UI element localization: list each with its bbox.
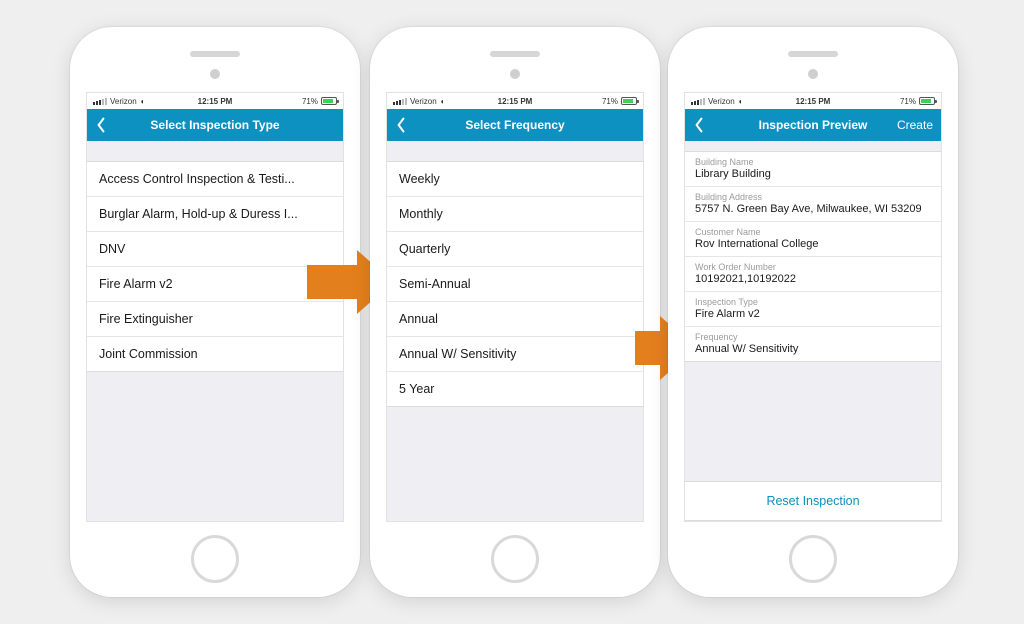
field-label: Customer Name <box>695 227 931 237</box>
wifi-icon: ◖ <box>140 97 145 106</box>
field-inspection-type: Inspection Type Fire Alarm v2 <box>685 292 941 327</box>
camera-dot <box>510 69 520 79</box>
field-value: Library Building <box>695 168 931 180</box>
field-value: Fire Alarm v2 <box>695 308 931 320</box>
field-work-order: Work Order Number 10192021,10192022 <box>685 257 941 292</box>
back-button[interactable] <box>387 117 427 133</box>
status-time: 12:15 PM <box>772 97 853 106</box>
phone-preview: Verizon ◖ 12:15 PM 71% Inspection Previe… <box>668 27 958 597</box>
field-customer-name: Customer Name Rov International College <box>685 222 941 257</box>
battery-icon <box>919 97 935 105</box>
list-item[interactable]: DNV <box>87 232 343 267</box>
field-value: 10192021,10192022 <box>695 273 931 285</box>
field-label: Building Address <box>695 192 931 202</box>
nav-bar: Select Inspection Type <box>87 109 343 141</box>
battery-icon <box>321 97 337 105</box>
signal-icon <box>691 98 705 105</box>
carrier-label: Verizon <box>410 97 437 106</box>
home-button[interactable] <box>191 535 239 583</box>
status-time: 12:15 PM <box>174 97 255 106</box>
list-item[interactable]: Joint Commission <box>87 337 343 371</box>
camera-dot <box>210 69 220 79</box>
field-label: Work Order Number <box>695 262 931 272</box>
chevron-left-icon <box>95 117 107 133</box>
nav-bar: Select Frequency <box>387 109 643 141</box>
nav-bar: Inspection Preview Create <box>685 109 941 141</box>
screen: Verizon ◖ 12:15 PM 71% Select Inspection… <box>86 92 344 522</box>
preview-fields: Building Name Library Building Building … <box>685 151 941 362</box>
camera-dot <box>808 69 818 79</box>
status-bar: Verizon ◖ 12:15 PM 71% <box>87 93 343 109</box>
list-item[interactable]: Monthly <box>387 197 643 232</box>
home-button[interactable] <box>491 535 539 583</box>
back-button[interactable] <box>685 117 725 133</box>
reset-inspection-button[interactable]: Reset Inspection <box>685 481 941 521</box>
signal-icon <box>93 98 107 105</box>
list-item[interactable]: Fire Extinguisher <box>87 302 343 337</box>
phone-frequency: Verizon ◖ 12:15 PM 71% Select Frequency … <box>370 27 660 597</box>
status-time: 12:15 PM <box>474 97 555 106</box>
carrier-label: Verizon <box>110 97 137 106</box>
field-label: Frequency <box>695 332 931 342</box>
field-label: Building Name <box>695 157 931 167</box>
list-item[interactable]: Semi-Annual <box>387 267 643 302</box>
wifi-icon: ◖ <box>738 97 743 106</box>
screen: Verizon ◖ 12:15 PM 71% Select Frequency … <box>386 92 644 522</box>
field-frequency: Frequency Annual W/ Sensitivity <box>685 327 941 361</box>
carrier-label: Verizon <box>708 97 735 106</box>
inspection-type-list: Access Control Inspection & Testi... Bur… <box>87 161 343 372</box>
wifi-icon: ◖ <box>440 97 445 106</box>
list-item[interactable]: Fire Alarm v2 <box>87 267 343 302</box>
status-bar: Verizon ◖ 12:15 PM 71% <box>685 93 941 109</box>
field-label: Inspection Type <box>695 297 931 307</box>
field-value: Rov International College <box>695 238 931 250</box>
battery-pct: 71% <box>302 97 318 106</box>
chevron-left-icon <box>395 117 407 133</box>
field-value: 5757 N. Green Bay Ave, Milwaukee, WI 532… <box>695 203 931 215</box>
create-button[interactable]: Create <box>897 118 933 132</box>
status-bar: Verizon ◖ 12:15 PM 71% <box>387 93 643 109</box>
chevron-left-icon <box>693 117 705 133</box>
list-item[interactable]: Annual W/ Sensitivity <box>387 337 643 372</box>
field-building-address: Building Address 5757 N. Green Bay Ave, … <box>685 187 941 222</box>
list-item[interactable]: Annual <box>387 302 643 337</box>
list-item[interactable]: Burglar Alarm, Hold-up & Duress I... <box>87 197 343 232</box>
screen: Verizon ◖ 12:15 PM 71% Inspection Previe… <box>684 92 942 522</box>
frequency-list: Weekly Monthly Quarterly Semi-Annual Ann… <box>387 161 643 407</box>
list-item[interactable]: Access Control Inspection & Testi... <box>87 162 343 197</box>
home-button[interactable] <box>789 535 837 583</box>
list-item[interactable]: Quarterly <box>387 232 643 267</box>
list-item[interactable]: 5 Year <box>387 372 643 406</box>
signal-icon <box>393 98 407 105</box>
field-building-name: Building Name Library Building <box>685 152 941 187</box>
battery-pct: 71% <box>900 97 916 106</box>
field-value: Annual W/ Sensitivity <box>695 343 931 355</box>
battery-icon <box>621 97 637 105</box>
list-item[interactable]: Weekly <box>387 162 643 197</box>
back-button[interactable] <box>87 117 127 133</box>
battery-pct: 71% <box>602 97 618 106</box>
